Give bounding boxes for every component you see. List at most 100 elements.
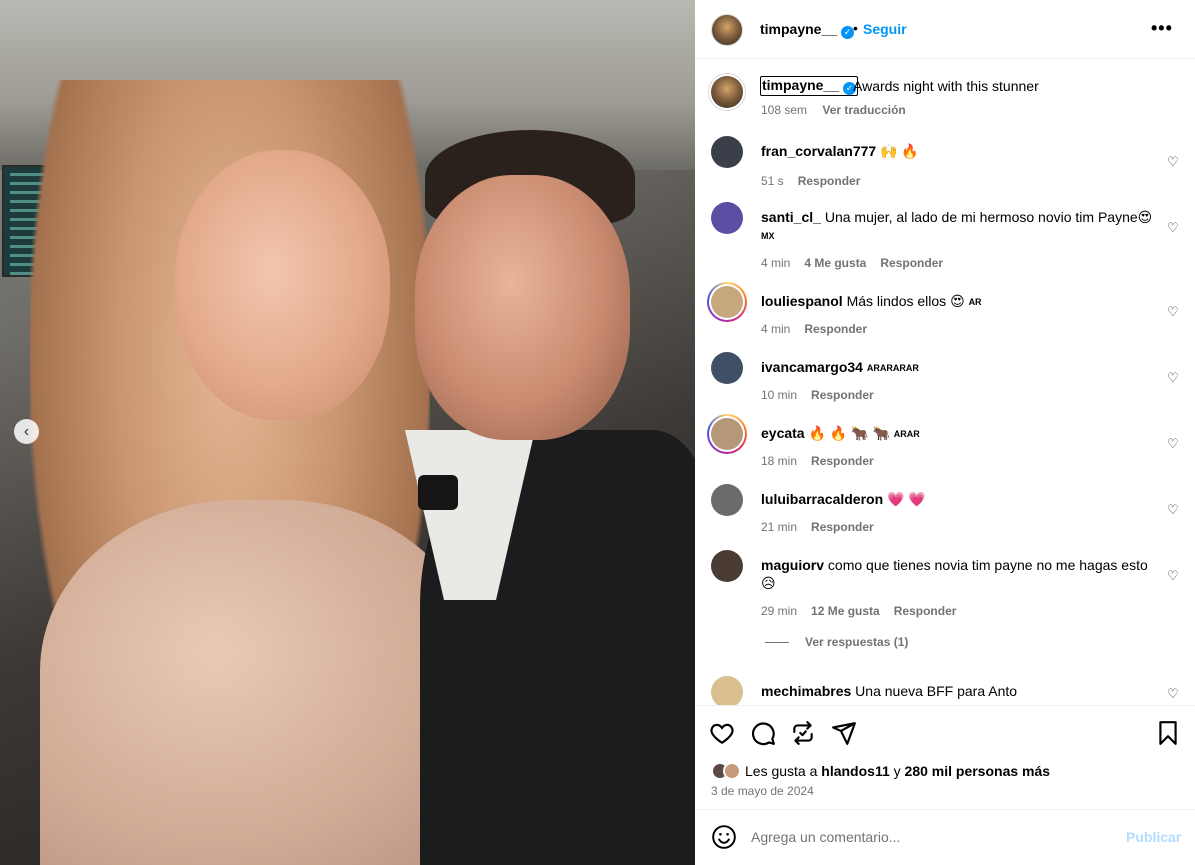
carousel-prev-button[interactable]: ‹ (14, 419, 39, 444)
post-side-panel: timpayne__ ✓ • Seguir ••• timpayne__ ✓ Awa… (695, 0, 1195, 865)
comment-body: eycata 🔥 🔥 🐂 🐂 ARAR (761, 424, 1156, 443)
liker-avatar (723, 762, 741, 780)
commenter-avatar[interactable] (711, 136, 743, 168)
commenter-username[interactable]: fran_corvalan777 (761, 143, 876, 159)
comment-like-icon[interactable]: ♡ (1167, 568, 1179, 584)
comment-text: 💗 💗 (887, 491, 926, 507)
commenter-avatar[interactable] (711, 286, 743, 318)
caption-time: 108 sem (761, 103, 808, 117)
post-photo: ‹ (0, 0, 695, 865)
comment-body: santi_cl_ Una mujer, al lado de mi hermo… (761, 208, 1156, 245)
reply-button[interactable]: Responder (798, 174, 861, 188)
reply-button[interactable]: Responder (811, 520, 874, 534)
comment-likes[interactable]: 4 Me gusta (804, 256, 866, 270)
follow-button[interactable]: Seguir (863, 21, 907, 37)
comment-like-icon[interactable]: ♡ (1167, 154, 1179, 170)
heart-icon[interactable] (709, 720, 735, 746)
comment-time: 18 min (761, 454, 798, 468)
bookmark-icon[interactable] (1155, 720, 1181, 746)
comment-body: maguiorv como que tienes novia tim payne… (761, 556, 1156, 593)
comment-likes[interactable]: 12 Me gusta (811, 604, 880, 618)
comment-flag: MX (761, 231, 775, 241)
separator-dot: • (853, 20, 858, 36)
comment-flag: AR (968, 297, 982, 307)
commenter-username[interactable]: maguiorv (761, 557, 824, 573)
more-icon[interactable]: ••• (1151, 18, 1173, 39)
comments-list[interactable]: fran_corvalan777 🙌 🔥 51 s Responder ♡ santi… (695, 130, 1195, 705)
comment-body: luluibarracalderon 💗 💗 (761, 490, 1156, 509)
caption-meta: 108 sem Ver traducción (761, 103, 906, 117)
comment-like-icon[interactable]: ♡ (1167, 220, 1179, 236)
caption-avatar[interactable] (711, 76, 743, 108)
photo-man-bowtie (418, 475, 458, 510)
comment-flag: ARARARAR (866, 363, 919, 373)
author-username[interactable]: timpayne__ ✓ (760, 21, 855, 39)
chevron-left-icon: ‹ (23, 422, 30, 440)
photo-woman-dress (40, 500, 480, 865)
comment-flag: ARAR (893, 429, 920, 439)
comment-meta: 4 min Responder (761, 322, 881, 336)
comment-body: louliespanol Más lindos ellos 😍 AR (761, 292, 1156, 311)
comment-input[interactable] (751, 826, 1111, 848)
comment-body: fran_corvalan777 🙌 🔥 (761, 142, 1156, 161)
caption-text: Awards night with this stunner (853, 78, 1039, 94)
comment-meta: 21 min Responder (761, 520, 888, 534)
caption-username[interactable]: timpayne__ ✓ (760, 76, 859, 96)
commenter-avatar[interactable] (711, 676, 743, 705)
comment-time: 4 min (761, 322, 791, 336)
comment-text: Una mujer, al lado de mi hermoso novio t… (824, 209, 1153, 225)
comment-icon[interactable] (750, 720, 776, 746)
commenter-avatar[interactable] (711, 352, 743, 384)
photo-woman-face (175, 150, 390, 420)
comment-text: 🙌 🔥 (880, 143, 919, 159)
post-date: 3 de mayo de 2024 (711, 784, 814, 798)
comment-composer: Publicar (695, 810, 1195, 865)
author-avatar[interactable] (711, 14, 743, 46)
commenter-avatar[interactable] (711, 418, 743, 450)
commenter-username[interactable]: louliespanol (761, 293, 843, 309)
likes-summary[interactable]: Les gusta a hlandos11 y 280 mil personas… (711, 762, 1050, 780)
emoji-icon[interactable] (711, 824, 737, 850)
comment-meta: 29 min 12 Me gusta Responder (761, 604, 970, 618)
commenter-avatar[interactable] (711, 484, 743, 516)
reply-button[interactable]: Responder (894, 604, 957, 618)
reply-button[interactable]: Responder (880, 256, 943, 270)
comment-like-icon[interactable]: ♡ (1167, 304, 1179, 320)
comment-time: 51 s (761, 174, 784, 188)
view-replies-button[interactable]: Ver respuestas (1) (765, 635, 908, 649)
action-bar: Les gusta a hlandos11 y 280 mil personas… (695, 705, 1195, 810)
share-icon[interactable] (831, 720, 857, 746)
comment-body: mechimabres Una nueva BFF para Anto (761, 682, 1156, 701)
commenter-username[interactable]: mechimabres (761, 683, 851, 699)
comment-meta: 51 s Responder (761, 174, 874, 188)
comment-like-icon[interactable]: ♡ (1167, 686, 1179, 702)
comment-time: 29 min (761, 604, 798, 618)
comment-text: 🔥 🔥 🐂 🐂 (808, 425, 890, 441)
reply-button[interactable]: Responder (811, 388, 874, 402)
comment-like-icon[interactable]: ♡ (1167, 370, 1179, 386)
photo-man-face (415, 175, 630, 440)
comment-like-icon[interactable]: ♡ (1167, 502, 1179, 518)
comment-like-icon[interactable]: ♡ (1167, 436, 1179, 452)
comment-meta: 18 min Responder (761, 454, 888, 468)
reply-button[interactable]: Responder (811, 454, 874, 468)
commenter-username[interactable]: eycata (761, 425, 805, 441)
comment-body: ivancamargo34 ARARARAR (761, 358, 1156, 377)
comment-time: 4 min (761, 256, 791, 270)
reply-button[interactable]: Responder (804, 322, 867, 336)
likes-text: Les gusta a hlandos11 y 280 mil personas… (745, 763, 1051, 779)
commenter-username[interactable]: ivancamargo34 (761, 359, 863, 375)
commenter-avatar[interactable] (711, 202, 743, 234)
post-comment-button[interactable]: Publicar (1126, 829, 1181, 845)
comment-time: 10 min (761, 388, 798, 402)
commenter-username[interactable]: santi_cl_ (761, 209, 821, 225)
comment-meta: 10 min Responder (761, 388, 888, 402)
commenter-username[interactable]: luluibarracalderon (761, 491, 883, 507)
comment-text: Más lindos ellos 😍 (846, 293, 965, 309)
comment-text: Una nueva BFF para Anto (855, 683, 1018, 699)
comment-meta: 4 min 4 Me gusta Responder (761, 256, 957, 270)
commenter-avatar[interactable] (711, 550, 743, 582)
translate-link[interactable]: Ver traducción (822, 103, 905, 117)
repost-icon[interactable] (790, 720, 816, 746)
post-header: timpayne__ ✓ • Seguir ••• (695, 0, 1195, 59)
